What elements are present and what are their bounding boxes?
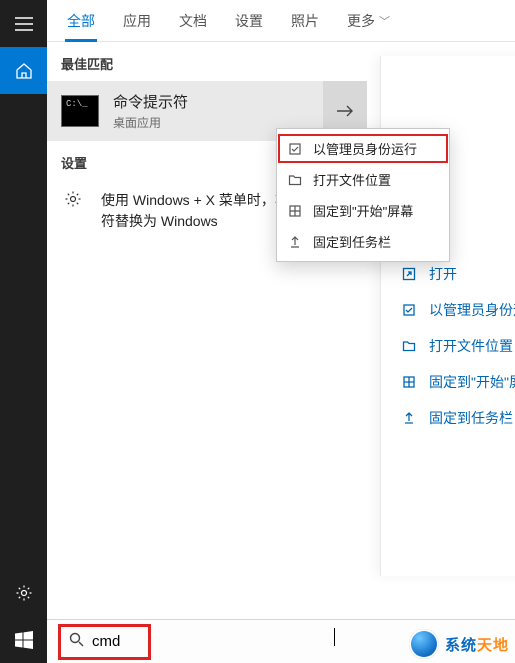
run-admin-icon — [287, 141, 303, 157]
detail-run-admin-label: 以管理员身份运 — [429, 300, 515, 320]
ctx-run-as-admin[interactable]: 以管理员身份运行 — [277, 133, 449, 164]
home-button[interactable] — [0, 47, 47, 94]
detail-run-admin[interactable]: 以管理员身份运 — [381, 292, 515, 328]
ctx-open-loc-label: 打开文件位置 — [313, 170, 391, 189]
shield-icon — [401, 302, 417, 318]
settings-tile-icon — [64, 190, 82, 208]
folder-icon — [401, 338, 417, 354]
watermark: 系统天地 — [403, 623, 515, 663]
best-match-heading: 最佳匹配 — [47, 42, 367, 81]
home-icon — [15, 62, 33, 80]
arrow-right-icon — [336, 104, 354, 118]
context-menu: 以管理员身份运行 打开文件位置 固定到"开始"屏幕 固定到任务栏 — [276, 128, 450, 262]
best-match-subtitle: 桌面应用 — [113, 114, 188, 131]
folder-icon — [287, 172, 303, 188]
detail-pin-start[interactable]: 固定到"开始"屏 — [381, 364, 515, 400]
ctx-pin-to-start[interactable]: 固定到"开始"屏幕 — [277, 195, 449, 226]
pin-start-icon — [401, 374, 417, 390]
pin-taskbar-icon — [287, 234, 303, 250]
hamburger-icon — [15, 17, 33, 31]
detail-open-location[interactable]: 打开文件位置 — [381, 328, 515, 364]
tab-photos[interactable]: 照片 — [291, 11, 319, 41]
tab-all[interactable]: 全部 — [67, 11, 95, 41]
tab-docs[interactable]: 文档 — [179, 11, 207, 41]
left-rail — [0, 0, 47, 663]
pin-taskbar-icon — [401, 410, 417, 426]
tab-settings[interactable]: 设置 — [235, 11, 263, 41]
detail-pin-start-label: 固定到"开始"屏 — [429, 372, 515, 392]
detail-open-location-label: 打开文件位置 — [429, 336, 513, 356]
gear-icon — [15, 584, 33, 602]
text-cursor — [334, 628, 335, 646]
pin-start-icon — [287, 203, 303, 219]
search-box[interactable] — [61, 627, 148, 657]
watermark-text: 系统天地 — [445, 634, 509, 655]
chevron-down-icon: ﹀ — [379, 13, 390, 29]
ctx-pin-start-label: 固定到"开始"屏幕 — [313, 201, 413, 220]
best-match-title: 命令提示符 — [113, 91, 188, 112]
search-input[interactable] — [92, 633, 140, 650]
detail-pin-taskbar[interactable]: 固定到任务栏 — [381, 400, 515, 436]
hamburger-button[interactable] — [0, 0, 47, 47]
ctx-pin-to-taskbar[interactable]: 固定到任务栏 — [277, 226, 449, 257]
cmd-icon: C:\_ — [61, 95, 99, 127]
detail-pin-taskbar-label: 固定到任务栏 — [429, 408, 513, 428]
settings-rail-button[interactable] — [0, 569, 47, 616]
ctx-open-file-location[interactable]: 打开文件位置 — [277, 164, 449, 195]
detail-open-label: 打开 — [429, 264, 457, 284]
open-icon — [401, 266, 417, 282]
tab-more[interactable]: 更多﹀ — [347, 11, 390, 41]
start-button[interactable] — [0, 616, 47, 663]
watermark-sys: 系统 — [445, 637, 477, 654]
ctx-pin-taskbar-label: 固定到任务栏 — [313, 232, 391, 251]
windows-logo-icon — [15, 631, 33, 649]
tab-more-label: 更多 — [347, 13, 375, 29]
globe-icon — [409, 629, 439, 659]
watermark-td: 天地 — [477, 637, 509, 654]
ctx-run-admin-label: 以管理员身份运行 — [313, 139, 417, 158]
scope-tabs: 全部 应用 文档 设置 照片 更多﹀ — [47, 0, 515, 42]
search-icon — [69, 632, 84, 652]
tab-apps[interactable]: 应用 — [123, 11, 151, 41]
